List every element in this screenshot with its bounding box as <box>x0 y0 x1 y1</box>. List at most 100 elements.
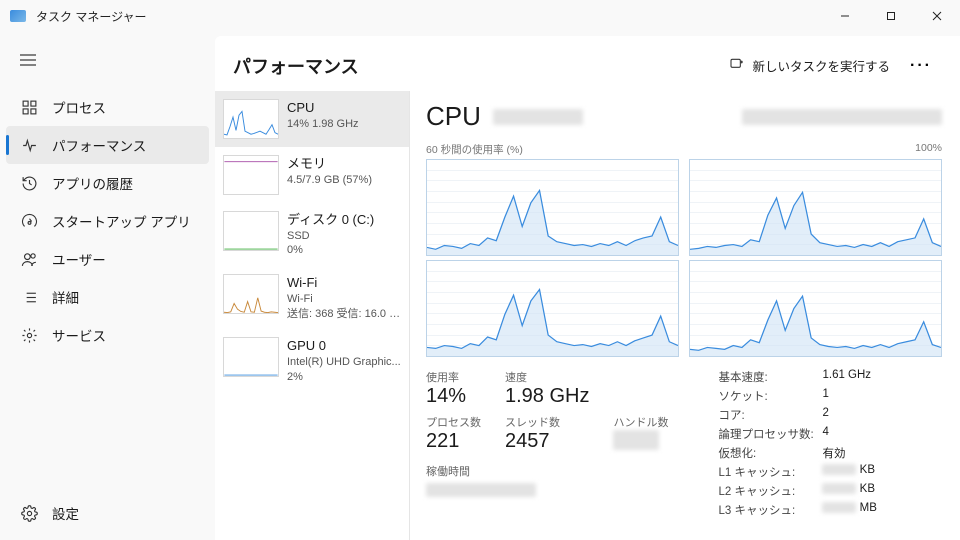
stat-プロセス数: プロセス数221 <box>426 414 481 453</box>
chart-scale-right: 100% <box>915 142 942 157</box>
spec-value: 1.61 GHz <box>822 369 876 385</box>
spec-key: ソケット: <box>718 388 818 404</box>
spec-key: L2 キャッシュ: <box>718 483 818 499</box>
spec-key: L3 キャッシュ: <box>718 502 818 518</box>
sidebar-item-speed[interactable]: スタートアップ アプリ <box>6 202 209 240</box>
stat-label: 使用率 <box>426 369 481 385</box>
run-task-icon <box>729 56 745 75</box>
maximize-button[interactable] <box>868 0 914 32</box>
resource-item--[interactable]: メモリ4.5/7.9 GB (57%) <box>215 147 409 203</box>
sidebar-item-gear[interactable]: サービス <box>6 316 209 354</box>
resource-sub: 14% 1.98 GHz <box>287 117 359 132</box>
sidebar: プロセスパフォーマンスアプリの履歴スタートアップ アプリユーザー詳細サービス 設… <box>0 32 215 540</box>
resource-item-wi-fi[interactable]: Wi-FiWi-Fi送信: 368 受信: 16.0 Kbps <box>215 266 409 329</box>
sidebar-item-users[interactable]: ユーザー <box>6 240 209 278</box>
cpu-core-charts <box>426 159 942 357</box>
detail-pane: CPU 60 秒間の使用率 (%) 100% 使用率14% 速度1.98 GHz プ… <box>410 91 960 540</box>
resource-sub: 4.5/7.9 GB (57%) <box>287 173 372 188</box>
core-chart-1 <box>689 159 942 256</box>
detail-title: CPU <box>426 101 481 132</box>
resource-sub: Intel(R) UHD Graphic... <box>287 355 401 370</box>
minimize-button[interactable] <box>822 0 868 32</box>
resource-sub: 送信: 368 受信: 16.0 Kbps <box>287 307 401 322</box>
stat-value: 2457 <box>505 430 589 453</box>
grid-icon <box>20 98 38 116</box>
sidebar-item-label: プロセス <box>52 97 106 117</box>
stat-value: 221 <box>426 430 481 453</box>
spec-value: 1 <box>822 388 876 404</box>
core-chart-2 <box>426 260 679 357</box>
resource-list: CPU14% 1.98 GHzメモリ4.5/7.9 GB (57%)ディスク 0… <box>215 91 410 540</box>
stat-label: ハンドル数 <box>613 414 668 430</box>
sidebar-item-label: 詳細 <box>52 287 79 307</box>
resource-sub: 0% <box>287 243 374 258</box>
pulse-icon <box>20 136 38 154</box>
gear-icon <box>20 504 38 522</box>
spec-redacted <box>822 464 856 475</box>
resource-sub: SSD <box>287 229 374 244</box>
resource-name: メモリ <box>287 155 372 173</box>
core-chart-3 <box>689 260 942 357</box>
app-icon <box>10 10 26 22</box>
resource-item-cpu[interactable]: CPU14% 1.98 GHz <box>215 91 409 147</box>
chart-scale-left: 60 秒間の使用率 (%) <box>426 142 523 157</box>
close-button[interactable] <box>914 0 960 32</box>
spec-value: 2 <box>822 407 876 423</box>
sidebar-item-grid[interactable]: プロセス <box>6 88 209 126</box>
stat-value-redacted <box>613 430 659 450</box>
uptime-label: 稼働時間 <box>426 463 668 479</box>
resource-name: ディスク 0 (C:) <box>287 211 374 229</box>
resource-item--0-c-[interactable]: ディスク 0 (C:)SSD0% <box>215 203 409 266</box>
sidebar-item-label: 設定 <box>52 503 79 523</box>
resource-thumb <box>223 155 279 195</box>
resource-item-gpu-0[interactable]: GPU 0Intel(R) UHD Graphic...2% <box>215 329 409 392</box>
more-button[interactable]: ··· <box>900 51 942 81</box>
hamburger-button[interactable] <box>8 42 48 78</box>
spec-key: 仮想化: <box>718 445 818 461</box>
cpu-spec-table: 基本速度:1.61 GHzソケット:1コア:2論理プロセッサ数:4仮想化:有効L… <box>718 369 876 518</box>
resource-name: Wi-Fi <box>287 274 401 292</box>
spec-key: コア: <box>718 407 818 423</box>
sidebar-item-history[interactable]: アプリの履歴 <box>6 164 209 202</box>
resource-thumb <box>223 99 279 139</box>
users-icon <box>20 250 38 268</box>
spec-key: L1 キャッシュ: <box>718 464 818 480</box>
sidebar-item-label: スタートアップ アプリ <box>52 211 191 231</box>
resource-name: CPU <box>287 99 359 117</box>
spec-value: 有効 <box>822 445 876 461</box>
stat-速度: 速度1.98 GHz <box>505 369 589 408</box>
spec-value: KB <box>822 483 876 499</box>
run-new-task-button[interactable]: 新しいタスクを実行する <box>719 50 901 81</box>
cpu-model-redacted-2 <box>742 109 942 125</box>
sidebar-item-pulse[interactable]: パフォーマンス <box>6 126 209 164</box>
stat-value: 14% <box>426 385 481 408</box>
stat-label: 速度 <box>505 369 589 385</box>
app-title: タスク マネージャー <box>36 8 822 25</box>
cpu-model-redacted <box>493 109 583 125</box>
list-icon <box>20 288 38 306</box>
stat-スレッド数: スレッド数2457 <box>505 414 589 453</box>
page-header: パフォーマンス 新しいタスクを実行する ··· <box>215 36 960 91</box>
stat-ハンドル数: ハンドル数 <box>613 414 668 453</box>
sidebar-item-label: アプリの履歴 <box>52 173 133 193</box>
sidebar-item-label: パフォーマンス <box>52 135 146 155</box>
titlebar: タスク マネージャー <box>0 0 960 32</box>
spec-value: MB <box>822 502 876 518</box>
resource-name: GPU 0 <box>287 337 401 355</box>
sidebar-item-list[interactable]: 詳細 <box>6 278 209 316</box>
resource-thumb <box>223 337 279 377</box>
sidebar-item-label: ユーザー <box>52 249 106 269</box>
spec-key: 論理プロセッサ数: <box>718 426 818 442</box>
sidebar-item-label: サービス <box>52 325 106 345</box>
content: パフォーマンス 新しいタスクを実行する ··· CPU14% 1.98 GHzメ… <box>215 36 960 540</box>
stat-使用率: 使用率14% <box>426 369 481 408</box>
resource-thumb <box>223 274 279 314</box>
core-chart-0 <box>426 159 679 256</box>
spec-key: 基本速度: <box>718 369 818 385</box>
spec-redacted <box>822 483 856 494</box>
spec-value: 4 <box>822 426 876 442</box>
sidebar-item-settings[interactable]: 設定 <box>6 494 209 532</box>
run-new-task-label: 新しいタスクを実行する <box>753 56 891 75</box>
resource-thumb <box>223 211 279 251</box>
uptime-value-redacted <box>426 483 536 497</box>
